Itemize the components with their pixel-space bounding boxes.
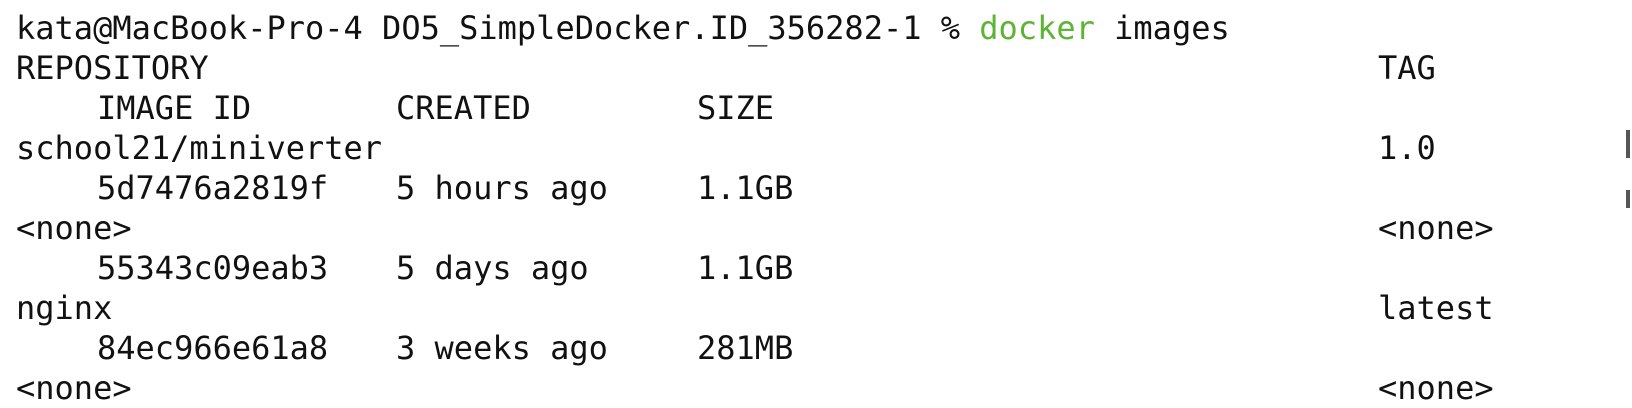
prompt-line: kata@MacBook-Pro-4 DO5_SimpleDocker.ID_3… [0, 8, 1632, 48]
prompt-directory: DO5_SimpleDocker.ID_356282-1 [382, 9, 922, 47]
image-repository: <none> [16, 209, 132, 247]
prompt-command: docker [979, 9, 1095, 47]
terminal-window[interactable]: kata@MacBook-Pro-4 DO5_SimpleDocker.ID_3… [0, 0, 1632, 408]
image-repository: nginx [16, 289, 113, 327]
header-created: CREATED [396, 89, 531, 127]
image-row-details: 5d7476a2819f 5 hours ago 1.1GB [0, 168, 1632, 208]
header-row-2: IMAGE ID CREATED SIZE [0, 88, 1632, 128]
image-size: 1.1GB [697, 249, 794, 287]
image-created: 5 hours ago [396, 169, 608, 207]
header-repository: REPOSITORY [16, 49, 209, 87]
image-row-repo: school21/miniverter 1.0 [0, 128, 1632, 168]
prompt-args: images [1114, 9, 1230, 47]
window-edge-mark [1626, 190, 1630, 208]
image-size: 1.1GB [697, 169, 794, 207]
image-tag: latest [1378, 289, 1494, 327]
image-row-repo: nginx latest [0, 288, 1632, 328]
image-row-repo: <none> <none> [0, 368, 1632, 408]
image-tag: <none> [1378, 209, 1494, 247]
image-tag: 1.0 [1378, 129, 1436, 167]
image-repository: <none> [16, 369, 132, 407]
image-id: 55343c09eab3 [97, 249, 329, 287]
window-edge-mark [1626, 130, 1630, 158]
header-size: SIZE [697, 89, 775, 127]
header-tag: TAG [1378, 49, 1436, 87]
image-created: 5 days ago [396, 249, 589, 287]
prompt-user-host: kata@MacBook-Pro-4 [16, 9, 363, 47]
image-repository: school21/miniverter [16, 129, 383, 167]
image-row-details: 55343c09eab3 5 days ago 1.1GB [0, 248, 1632, 288]
image-row-repo: <none> <none> [0, 208, 1632, 248]
image-row-details: 84ec966e61a8 3 weeks ago 281MB [0, 328, 1632, 368]
image-size: 281MB [697, 329, 794, 367]
prompt-symbol: % [940, 9, 961, 47]
prompt-text: kata@MacBook-Pro-4 DO5_SimpleDocker.ID_3… [16, 8, 1230, 48]
image-id: 5d7476a2819f [97, 169, 329, 207]
image-id: 84ec966e61a8 [97, 329, 329, 367]
header-image-id: IMAGE ID [97, 89, 252, 127]
image-created: 3 weeks ago [396, 329, 608, 367]
image-tag: <none> [1378, 369, 1494, 407]
header-row-1: REPOSITORY TAG [0, 48, 1632, 88]
